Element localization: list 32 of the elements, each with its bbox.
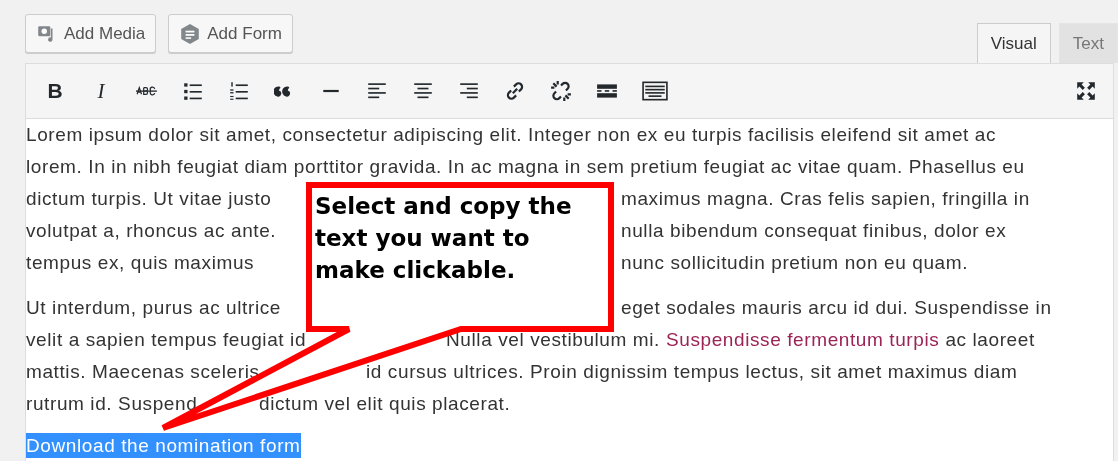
bullet-list-icon[interactable]: [182, 80, 204, 102]
text-line: tempus ex, quis maximus: [26, 251, 255, 275]
text-line: Lorem ipsum dolor sit amet, consectetur adipiscing elit. Integer non ex eu turpis facilisis eleifend sit amet ac: [26, 123, 997, 147]
link-icon[interactable]: [504, 80, 526, 102]
text-link[interactable]: Suspendisse fermentum turpis: [665, 329, 940, 350]
editor-tab[interactable]: Visual: [976, 23, 1051, 63]
text-line: eget sodales mauris arcu id dui. Suspendisse in: [621, 296, 1052, 320]
text-line: volutpat a, rhoncus ac ante.: [26, 219, 277, 243]
text-line: Ut interdum, purus ac ultrice: [26, 296, 281, 320]
text-line: velit a sapien tempus feugiat id: [26, 328, 307, 352]
keyboard-icon[interactable]: [642, 80, 668, 102]
bold-button[interactable]: B: [40, 79, 70, 103]
form-icon: [179, 22, 202, 45]
unlink-icon[interactable]: [550, 80, 572, 102]
text-line: nunc sollicitudin pretium non eu quam.: [621, 251, 969, 275]
callout-text: Select and copy the text you want to make clickable.: [315, 192, 573, 285]
selected-text: Download the nomination form: [26, 433, 301, 458]
text-line: rutrum id. Suspend: [26, 392, 198, 416]
text-line: mattis. Maecenas sceleris: [26, 360, 260, 384]
text-line: Nulla vel vestibulum mi. Suspendisse fermentum turpis ac laoreet: [446, 328, 1035, 352]
text-line: dictum turpis. Ut vitae justo: [26, 187, 272, 211]
text-line: lorem. In in nibh feugiat diam porttitor gravida. In ac magna in sem pretium feugiat ac vitae quam. Phasellus eu: [26, 155, 1025, 179]
text-line: id cursus ultrices. Proin dignissim tempus lectus, sit amet maximus diam: [366, 360, 1018, 384]
text-line: maximus magna. Cras felis sapien, fringilla in: [621, 187, 1030, 211]
fullscreen-icon[interactable]: [1075, 80, 1097, 102]
editor-tab[interactable]: Text: [1058, 23, 1118, 63]
italic-button[interactable]: I: [86, 78, 116, 104]
add-form-button[interactable]: Add Form: [168, 14, 293, 53]
numbered-list-icon[interactable]: [228, 80, 250, 102]
add-media-button[interactable]: Add Media: [25, 14, 157, 53]
text-line: nulla bibendum consequat finibus, dolor ex: [621, 219, 1007, 243]
text-line: dictum vel elit quis placerat.: [259, 392, 511, 416]
